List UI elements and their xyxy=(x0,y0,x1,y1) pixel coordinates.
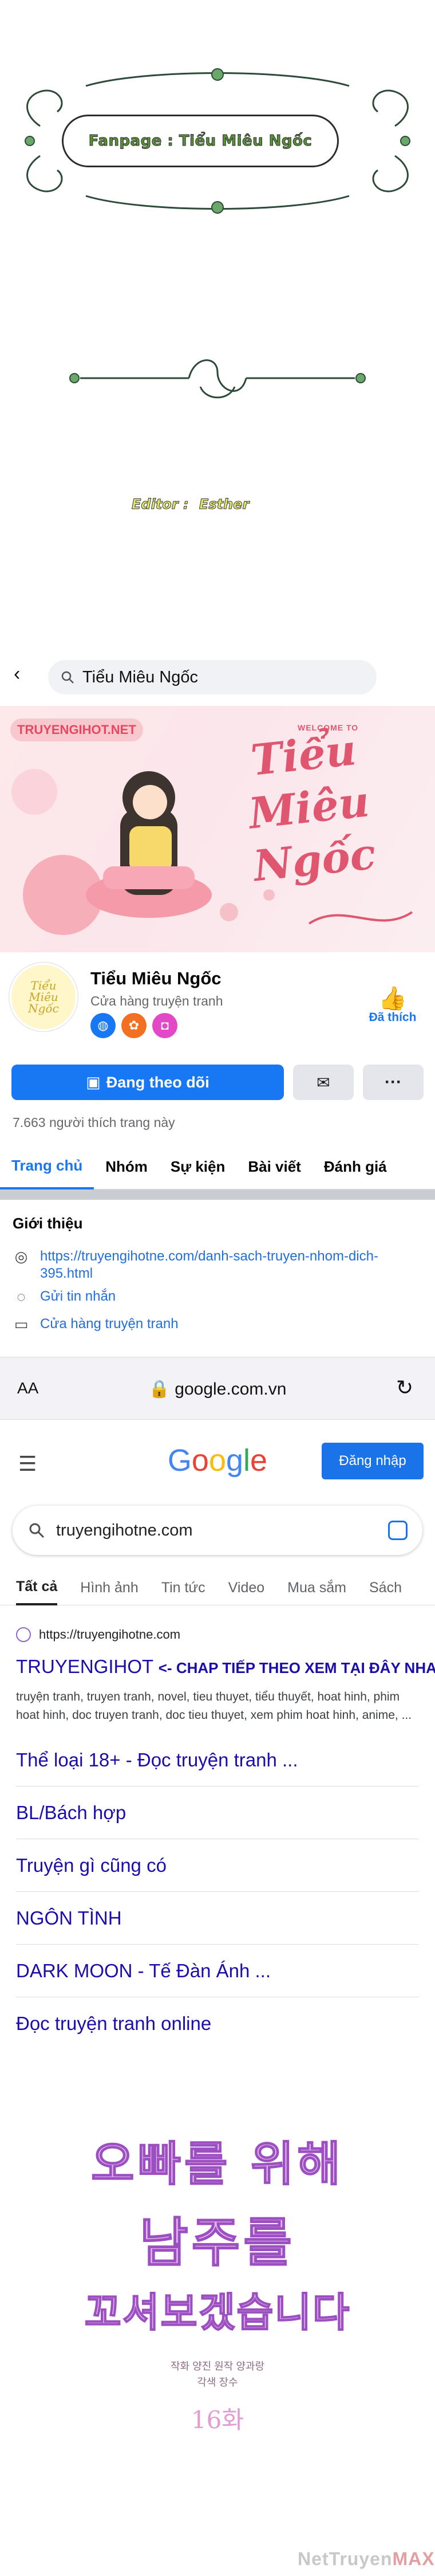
more-button[interactable]: ··· xyxy=(363,1065,424,1100)
sitelink-item[interactable]: Truyện gì cũng có xyxy=(16,1839,419,1892)
messenger-icon: ◌ xyxy=(17,1288,26,1305)
profile-header: Tiểu Miêu Ngốc Tiểu Miêu Ngốc Cửa hàng tru… xyxy=(0,963,435,1049)
intro-message[interactable]: ◌ Gửi tin nhắn xyxy=(13,1288,406,1306)
following-label: Đang theo dõi xyxy=(106,1073,209,1091)
search-icon xyxy=(29,1523,45,1538)
sitelink-item[interactable]: Đọc truyện tranh online xyxy=(16,1997,419,2050)
fanpage-label: Fanpage : Tiểu Miêu Ngốc xyxy=(88,132,313,150)
search-icon xyxy=(61,671,74,684)
comic-credits: 작화 양진 원작 양과랑 각색 장수 xyxy=(0,2358,435,2390)
editor-label: Editor : xyxy=(132,496,189,513)
sitelink-item[interactable]: DARK MOON - Tế Đàn Ánh ... xyxy=(16,1945,419,1997)
likes-count: 7.663 người thích trang này xyxy=(13,1115,175,1130)
section-divider xyxy=(0,1189,435,1200)
favicon-icon xyxy=(16,1627,31,1642)
google-results-page: ☰ Google Đăng nhập truyengihotne.com Tất… xyxy=(0,1420,435,2061)
google-search-text: truyengihotne.com xyxy=(56,1521,193,1540)
tab-news[interactable]: Tin tức xyxy=(161,1570,205,1605)
credit-panel: Fanpage : Tiểu Miêu Ngốc Editor : Esther xyxy=(0,0,435,630)
tab-home[interactable]: Trang chủ xyxy=(0,1144,94,1189)
safari-address-bar: AA 🔒 google.com.vn ↻ xyxy=(0,1357,435,1420)
editor-name: Esther xyxy=(199,496,250,513)
following-button[interactable]: ▣ Đang theo dõi xyxy=(11,1065,284,1100)
tab-images[interactable]: Hình ảnh xyxy=(80,1570,138,1605)
tab-all[interactable]: Tất cả xyxy=(16,1570,58,1605)
facebook-page-screen: ‹ Tiểu Miêu Ngốc TRUYENGIHOT.NET WELCOME… xyxy=(0,642,435,1352)
liked-button[interactable]: 👍 Đã thích xyxy=(364,987,421,1024)
watermark: NetTruyenMAX xyxy=(298,2548,435,2570)
send-message-link[interactable]: Gửi tin nhắn xyxy=(40,1288,406,1305)
tab-reviews[interactable]: Đánh giá xyxy=(313,1144,398,1189)
fb-search-input[interactable]: Tiểu Miêu Ngốc xyxy=(48,660,377,694)
globe-icon[interactable]: ◍ xyxy=(90,1013,116,1038)
tab-shopping[interactable]: Mua sắm xyxy=(287,1570,346,1605)
ornament-frame xyxy=(25,68,410,399)
sitelink-item[interactable]: Thể loại 18+ - Đọc truyện tranh ... xyxy=(16,1734,419,1786)
cover-tag: TRUYENGIHOT.NET xyxy=(10,718,143,741)
result-title-text: TRUYENGIHOT xyxy=(16,1656,153,1677)
fanpage-banner: Fanpage : Tiểu Miêu Ngốc xyxy=(62,115,339,167)
globe-icon: ◎ xyxy=(14,1248,28,1265)
comic-credits-line1: 작화 양진 원작 양과랑 xyxy=(170,2361,265,2372)
tab-books[interactable]: Sách xyxy=(369,1570,402,1605)
shop-icon: ▭ xyxy=(14,1316,29,1333)
cover-photo[interactable]: TRUYENGIHOT.NET WELCOME TO Tiểu Miêu Ngố… xyxy=(0,706,435,952)
lock-icon: 🔒 xyxy=(148,1380,170,1399)
result-url: https://truyengihotne.com xyxy=(39,1627,181,1642)
result-source[interactable]: https://truyengihotne.com xyxy=(16,1627,180,1642)
sitelink-item[interactable]: NGÔN TÌNH xyxy=(16,1892,419,1945)
intro-heading: Giới thiệu xyxy=(13,1215,83,1232)
sitelink-item[interactable]: BL/Bách hợp xyxy=(16,1786,419,1839)
tab-groups[interactable]: Nhóm xyxy=(94,1144,159,1189)
avatar[interactable]: Tiểu Miêu Ngốc xyxy=(9,963,78,1031)
comic-title-line2: 남주를 xyxy=(139,2211,295,2274)
more-icon: ··· xyxy=(385,1073,402,1091)
comic-title-line1: 오빠를 위해 xyxy=(90,2136,344,2192)
page-title[interactable]: Tiểu Miêu Ngốc xyxy=(90,968,222,989)
result-title-note: <- CHAP TIẾP THEO XEM TẠI ĐÂY NHA xyxy=(158,1659,435,1676)
intro-website[interactable]: ◎ https://truyengihotne.com/danh-sach-tr… xyxy=(13,1248,406,1282)
editor-credit: Editor : Esther xyxy=(132,496,250,513)
cover-title: Tiểu Miêu Ngốc xyxy=(246,725,378,892)
camera-search-icon[interactable] xyxy=(388,1521,408,1540)
comic-title-line3: 꼬셔보겠습니다 xyxy=(84,2288,351,2337)
instagram-icon[interactable]: ◘ xyxy=(152,1013,177,1038)
fb-search-text: Tiểu Miêu Ngốc xyxy=(82,667,199,686)
messenger-icon: ✉ xyxy=(317,1073,330,1091)
google-search-input[interactable]: truyengihotne.com xyxy=(13,1506,422,1555)
follow-icon: ▣ xyxy=(86,1073,101,1091)
website-link[interactable]: https://truyengihotne.com/danh-sach-truy… xyxy=(40,1248,406,1282)
url-text: google.com.vn xyxy=(175,1380,287,1399)
page-category: Cửa hàng truyện tranh xyxy=(90,994,223,1008)
google-tabs: Tất cả Hình ảnh Tin tức Video Mua sắm Sá… xyxy=(0,1570,435,1605)
shop-icon[interactable]: ✿ xyxy=(121,1013,147,1038)
shop-link[interactable]: Cửa hàng truyện tranh xyxy=(40,1316,406,1333)
comic-title-panel: 오빠를 위해 남주를 꼬셔보겠습니다 작화 양진 원작 양과랑 각색 장수 16… xyxy=(0,2063,435,2576)
fb-search-bar: ‹ Tiểu Miêu Ngốc xyxy=(0,653,435,694)
liked-label: Đã thích xyxy=(369,1011,417,1024)
avatar-logo: Tiểu Miêu Ngốc xyxy=(28,979,59,1015)
result-title[interactable]: TRUYENGIHOT <- CHAP TIẾP THEO XEM TẠI ĐÂ… xyxy=(16,1656,435,1678)
intro-shop[interactable]: ▭ Cửa hàng truyện tranh xyxy=(13,1316,406,1333)
page-tabs: Trang chủ Nhóm Sự kiện Bài viết Đánh giá xyxy=(0,1144,435,1189)
comic-credits-line2: 각색 장수 xyxy=(197,2377,238,2388)
page-badges: ◍ ✿ ◘ xyxy=(90,1013,177,1038)
tab-posts[interactable]: Bài viết xyxy=(236,1144,313,1189)
reload-icon[interactable]: ↻ xyxy=(396,1376,413,1400)
url-field[interactable]: 🔒 google.com.vn xyxy=(0,1379,435,1399)
back-arrow-icon[interactable]: ‹ xyxy=(14,664,20,684)
tab-video[interactable]: Video xyxy=(228,1570,265,1605)
watermark-max: MAX xyxy=(392,2548,435,2569)
messenger-button[interactable]: ✉ xyxy=(293,1065,354,1100)
sign-in-button[interactable]: Đăng nhập xyxy=(322,1443,424,1479)
watermark-main: NetTruyen xyxy=(298,2548,393,2569)
page-actions: ▣ Đang theo dõi ✉ ··· xyxy=(11,1065,424,1100)
tab-events[interactable]: Sự kiện xyxy=(159,1144,236,1189)
thumbs-up-icon: 👍 xyxy=(378,986,407,1011)
chapter-label: 16화 xyxy=(191,2406,244,2434)
result-snippet: truyện tranh, truyen tranh, novel, tieu … xyxy=(16,1690,412,1722)
